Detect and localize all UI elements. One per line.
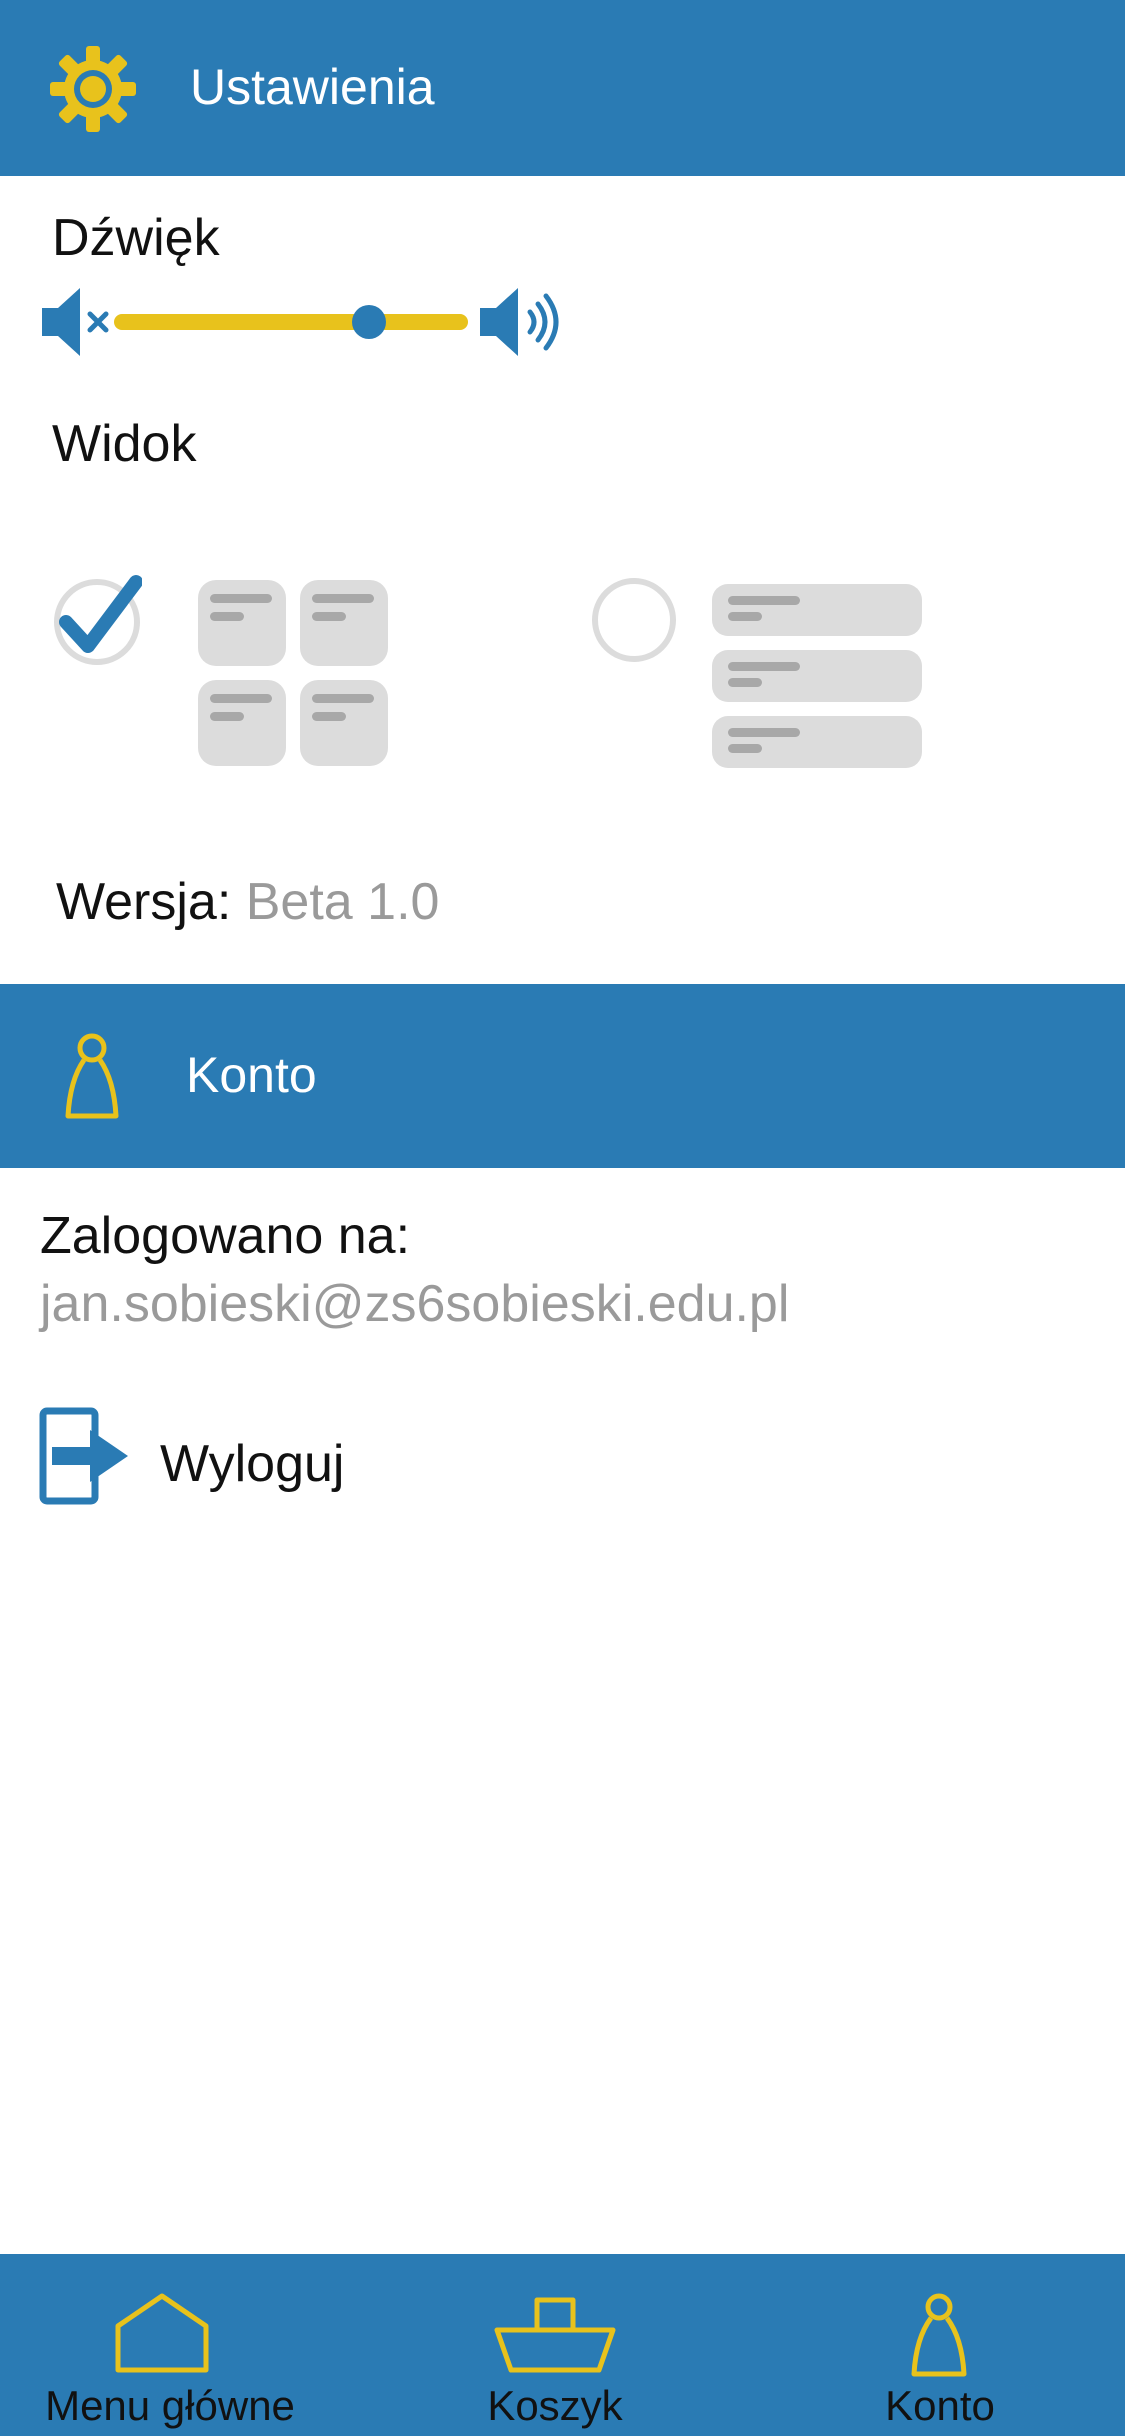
grid-tile xyxy=(300,580,388,666)
version-value: Beta 1.0 xyxy=(245,873,440,931)
account-header: Konto xyxy=(0,984,1125,1168)
list-row xyxy=(712,650,922,702)
gear-icon[interactable] xyxy=(48,44,138,134)
version-row: Wersja: Beta 1.0 xyxy=(56,872,439,932)
volume-track xyxy=(114,314,468,330)
account-title: Konto xyxy=(186,1047,317,1103)
grid-tile xyxy=(198,680,286,766)
bottom-nav: Menu główne Koszyk Konto xyxy=(0,2254,1125,2436)
home-icon xyxy=(115,2293,209,2373)
logout-icon xyxy=(39,1407,128,1505)
logged-in-label: Zalogowano na: xyxy=(40,1207,411,1265)
volume-mute-icon xyxy=(42,288,109,356)
radio-unselected-icon[interactable] xyxy=(592,578,676,662)
person-icon xyxy=(65,1033,119,1119)
nav-item-home[interactable]: Menu główne xyxy=(0,2254,340,2436)
sound-label: Dźwięk xyxy=(52,209,220,267)
basket-icon xyxy=(494,2297,616,2373)
nav-label-basket: Koszyk xyxy=(487,2382,623,2429)
list-row xyxy=(712,584,922,636)
grid-tile xyxy=(198,580,286,666)
volume-loud-icon xyxy=(480,288,559,356)
version-label: Wersja: xyxy=(56,873,232,931)
nav-item-basket[interactable]: Koszyk xyxy=(400,2254,710,2436)
volume-slider[interactable] xyxy=(114,305,468,339)
list-row xyxy=(712,716,922,768)
view-label: Widok xyxy=(52,415,197,473)
logout-label: Wyloguj xyxy=(160,1435,345,1493)
checkmark-icon[interactable] xyxy=(52,570,142,665)
person-icon xyxy=(911,2293,967,2377)
volume-knob[interactable] xyxy=(351,305,386,339)
view-option-grid[interactable] xyxy=(52,570,392,770)
nav-label-home: Menu główne xyxy=(45,2382,295,2429)
logout-button[interactable]: Wyloguj xyxy=(38,1406,438,1506)
settings-title: Ustawienia xyxy=(190,59,435,115)
account-email: jan.sobieski@zs6sobieski.edu.pl xyxy=(40,1275,790,1333)
nav-label-account: Konto xyxy=(885,2382,995,2429)
grid-tile xyxy=(300,680,388,766)
view-option-list[interactable] xyxy=(592,578,932,778)
nav-item-account[interactable]: Konto xyxy=(820,2254,1060,2436)
settings-header: Ustawienia xyxy=(0,0,1125,176)
